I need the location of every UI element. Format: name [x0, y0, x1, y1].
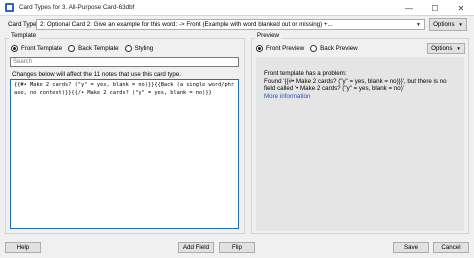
front-preview-label: Front Preview — [266, 45, 305, 52]
preview-pane: Front template has a problem: Found '{{#… — [256, 57, 464, 231]
window-controls: — ☐ ✕ — [396, 0, 474, 16]
options-label: Options — [431, 45, 453, 52]
chevron-down-icon: ▼ — [458, 22, 463, 27]
preview-radio-row: Front Preview Back Preview — [256, 45, 364, 52]
options-label: Options — [433, 21, 455, 28]
save-button[interactable]: Save — [393, 242, 429, 253]
card-type-select[interactable]: 2: Optional Card 2: Give an example for … — [36, 19, 425, 30]
cancel-button[interactable]: Cancel — [433, 242, 469, 253]
preview-message: Front template has a problem: Found '{{#… — [264, 70, 459, 100]
app-icon — [5, 3, 14, 12]
front-preview-radio[interactable]: Front Preview — [256, 45, 304, 52]
preview-options-button[interactable]: Options ▼ — [427, 43, 465, 54]
preview-group-title: Preview — [255, 32, 282, 39]
front-template-radio[interactable]: Front Template — [11, 45, 62, 52]
title-bar: Card Types for 3. All-Purpose Card-63dbf… — [0, 0, 474, 16]
back-template-label: Back Template — [78, 45, 119, 52]
affected-notes-info: Changes below will affect the 11 notes t… — [12, 71, 181, 78]
help-button[interactable]: Help — [5, 242, 41, 253]
problem-heading: Front template has a problem: — [264, 70, 347, 77]
chevron-down-icon: ▼ — [456, 46, 461, 51]
maximize-button[interactable]: ☐ — [422, 0, 448, 16]
close-button[interactable]: ✕ — [448, 0, 474, 16]
radio-icon — [124, 45, 132, 52]
styling-label: Styling — [134, 45, 154, 52]
chevron-down-icon: ▼ — [416, 22, 421, 28]
card-type-row: Card Type: 2: Optional Card 2: Give an e… — [0, 18, 474, 32]
card-type-selected: 2: Optional Card 2: Give an example for … — [40, 21, 333, 28]
add-field-button[interactable]: Add Field — [178, 242, 214, 253]
card-type-label: Card Type: — [8, 21, 39, 28]
back-template-radio[interactable]: Back Template — [68, 45, 119, 52]
more-information-link[interactable]: More information — [264, 93, 459, 101]
front-template-label: Front Template — [21, 45, 63, 52]
template-radio-row: Front Template Back Template Styling — [11, 45, 159, 52]
radio-checked-icon — [256, 45, 263, 52]
flip-button[interactable]: Flip — [219, 242, 255, 253]
window-title: Card Types for 3. All-Purpose Card-63dbf — [19, 4, 135, 11]
back-preview-label: Back Preview — [320, 45, 358, 52]
template-editor[interactable]: {{#• Make 2 cards? ("y" = yes, blank = n… — [10, 79, 239, 229]
radio-checked-icon — [11, 45, 18, 52]
card-type-options-button[interactable]: Options ▼ — [429, 18, 467, 31]
template-group-title: Template — [9, 32, 39, 39]
problem-detail: Found '{{#• Make 2 cards? ("y" = yes, bl… — [264, 77, 447, 93]
search-input[interactable]: Search — [10, 57, 239, 67]
back-preview-radio[interactable]: Back Preview — [310, 45, 358, 52]
radio-icon — [310, 45, 318, 52]
styling-radio[interactable]: Styling — [124, 45, 154, 52]
minimize-button[interactable]: — — [396, 0, 422, 16]
radio-icon — [68, 45, 76, 52]
